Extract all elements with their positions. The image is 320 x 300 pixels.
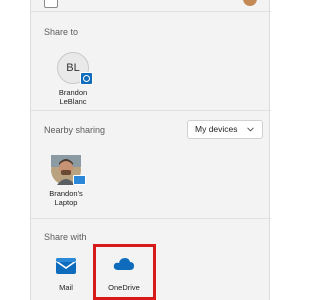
divider (31, 110, 271, 111)
share-panel: Share to BL Brandon LeBlanc Nearby shari… (30, 0, 271, 300)
laptop-icon (73, 175, 86, 185)
dropdown-value: My devices (195, 124, 238, 134)
device-brandons-laptop[interactable]: Brandon's Laptop (31, 155, 101, 207)
share-to-label: Share to (44, 27, 79, 37)
top-bar (31, 0, 271, 10)
contact-name-line2: LeBlanc (59, 97, 87, 106)
contact-avatar: BL (57, 52, 93, 85)
user-avatar (243, 0, 257, 6)
contact-name-line1: Brandon (58, 88, 88, 97)
divider (31, 218, 271, 219)
outlook-icon (80, 72, 93, 85)
contact-initials: BL (66, 62, 80, 74)
device-avatar (51, 155, 86, 185)
chevron-down-icon (247, 127, 254, 132)
highlight-box (93, 244, 156, 300)
checkbox[interactable] (44, 0, 58, 8)
device-name-line1: Brandon's (49, 189, 83, 198)
mail-icon (55, 258, 77, 274)
contact-brandon-leblanc[interactable]: BL Brandon LeBlanc (38, 52, 108, 106)
device-name-line2: Laptop (54, 198, 78, 207)
nearby-sharing-label: Nearby sharing (44, 125, 106, 135)
divider (31, 11, 271, 12)
share-with-label: Share with (44, 232, 87, 242)
nearby-sharing-dropdown[interactable]: My devices (187, 120, 263, 139)
